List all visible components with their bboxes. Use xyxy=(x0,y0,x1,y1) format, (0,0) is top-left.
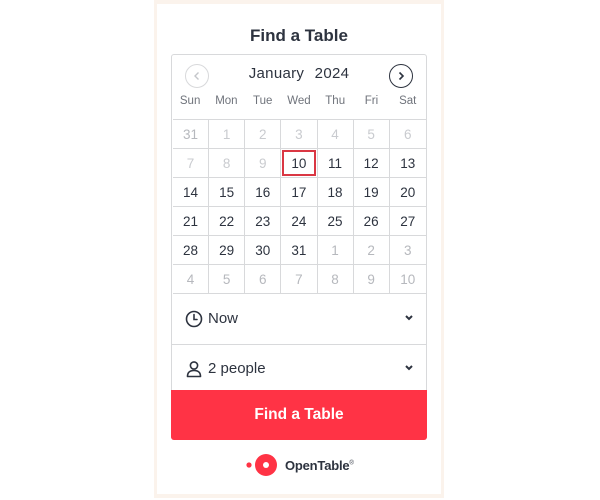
party-size-value: 2 people xyxy=(208,360,266,377)
calendar-day[interactable]: 30 xyxy=(245,236,282,265)
weekday-label: Sat xyxy=(399,95,417,107)
calendar-day: 2 xyxy=(245,120,282,149)
calendar-day[interactable]: 29 xyxy=(209,236,246,265)
calendar-day[interactable]: 15 xyxy=(209,178,246,207)
calendar-day-selected[interactable]: 10 xyxy=(281,149,318,178)
calendar-grid: 31 1 2 3 4 5 6 7 8 9 10 11 12 13 14 15 16 17 18 19 20 21 22 23 2… xyxy=(173,119,426,294)
calendar-day[interactable]: 12 xyxy=(353,149,390,178)
brand-wordmark: OpenTable® xyxy=(285,457,354,473)
calendar-day: 7 xyxy=(281,265,318,294)
weekday-label: Wed xyxy=(287,95,311,107)
calendar-day[interactable]: 22 xyxy=(209,207,246,236)
weekday-label: Mon xyxy=(215,95,238,107)
calendar-day: 7 xyxy=(173,149,210,178)
reservation-panel: Find a Table January 2024 Sun Mon Tue Wed Th… xyxy=(157,4,441,494)
calendar-day[interactable]: 27 xyxy=(389,207,426,236)
panel-title: Find a Table xyxy=(250,26,348,45)
calendar-day: 3 xyxy=(389,236,426,265)
calendar-week-row: 21 22 23 24 25 26 27 xyxy=(173,207,426,236)
previous-month-button[interactable] xyxy=(185,64,209,88)
calendar-week-row: 14 15 16 17 18 19 20 xyxy=(173,178,426,207)
calendar-day: 4 xyxy=(317,120,354,149)
chevron-down-icon xyxy=(405,315,413,321)
calendar-day[interactable]: 21 xyxy=(173,207,210,236)
calendar-day: 4 xyxy=(173,265,210,294)
calendar-day[interactable]: 16 xyxy=(245,178,282,207)
calendar-day: 8 xyxy=(209,149,246,178)
month-year-label: January 2024 xyxy=(212,65,386,82)
calendar-day[interactable]: 20 xyxy=(389,178,426,207)
opentable-logo: OpenTable® xyxy=(245,452,354,478)
clock-icon xyxy=(185,310,203,328)
calendar-header: January 2024 xyxy=(172,55,426,95)
calendar-day: 5 xyxy=(209,265,246,294)
weekday-label: Sun xyxy=(179,95,201,107)
calendar-day: 10 xyxy=(389,265,426,294)
calendar-day: 2 xyxy=(353,236,390,265)
calendar-day[interactable]: 11 xyxy=(317,149,354,178)
calendar-week-row: 31 1 2 3 4 5 6 xyxy=(173,120,426,149)
calendar-day: 1 xyxy=(209,120,246,149)
calendar-week-row: 7 8 9 10 11 12 13 xyxy=(173,149,426,178)
chevron-down-icon xyxy=(405,365,413,371)
weekday-header-row: Sun Mon Tue Wed Thu Fri Sat xyxy=(172,95,426,117)
find-a-table-button[interactable]: Find a Table xyxy=(171,390,427,440)
calendar-day[interactable]: 18 xyxy=(317,178,354,207)
registered-mark: ® xyxy=(349,460,354,467)
opentable-logo-icon xyxy=(246,454,277,476)
calendar-day[interactable]: 23 xyxy=(245,207,282,236)
month-name: January xyxy=(248,65,305,82)
chevron-left-icon xyxy=(194,72,199,80)
calendar-day[interactable]: 25 xyxy=(317,207,354,236)
weekday-label: Fri xyxy=(364,95,379,107)
year: 2024 xyxy=(314,65,350,82)
calendar-day[interactable]: 17 xyxy=(281,178,318,207)
reservation-widget: January 2024 Sun Mon Tue Wed Thu Fri Sat 31 1 2 3… xyxy=(171,54,427,440)
calendar-day[interactable]: 26 xyxy=(353,207,390,236)
calendar-day: 9 xyxy=(245,149,282,178)
calendar-week-row: 28 29 30 31 1 2 3 xyxy=(173,236,426,265)
calendar-day: 6 xyxy=(245,265,282,294)
time-select[interactable]: Now xyxy=(172,295,426,343)
calendar-day: 8 xyxy=(317,265,354,294)
calendar-day: 9 xyxy=(353,265,390,294)
party-size-select[interactable]: 2 people xyxy=(172,344,426,393)
calendar-week-row: 4 5 6 7 8 9 10 xyxy=(173,265,426,294)
weekday-label: Thu xyxy=(325,95,346,107)
weekday-label: Tue xyxy=(252,95,273,107)
calendar-day: 1 xyxy=(317,236,354,265)
calendar-day[interactable]: 13 xyxy=(389,149,426,178)
calendar-day[interactable]: 24 xyxy=(281,207,318,236)
calendar-day: 3 xyxy=(281,120,318,149)
calendar-day[interactable]: 14 xyxy=(173,178,210,207)
time-value: Now xyxy=(208,310,239,327)
chevron-right-icon xyxy=(398,71,405,81)
next-month-button[interactable] xyxy=(389,64,413,88)
calendar-day[interactable]: 31 xyxy=(281,236,318,265)
calendar-day: 5 xyxy=(353,120,390,149)
calendar-day: 31 xyxy=(173,120,210,149)
calendar-day: 6 xyxy=(389,120,426,149)
calendar-day[interactable]: 19 xyxy=(353,178,390,207)
calendar-day[interactable]: 28 xyxy=(173,236,210,265)
person-icon xyxy=(186,361,202,378)
